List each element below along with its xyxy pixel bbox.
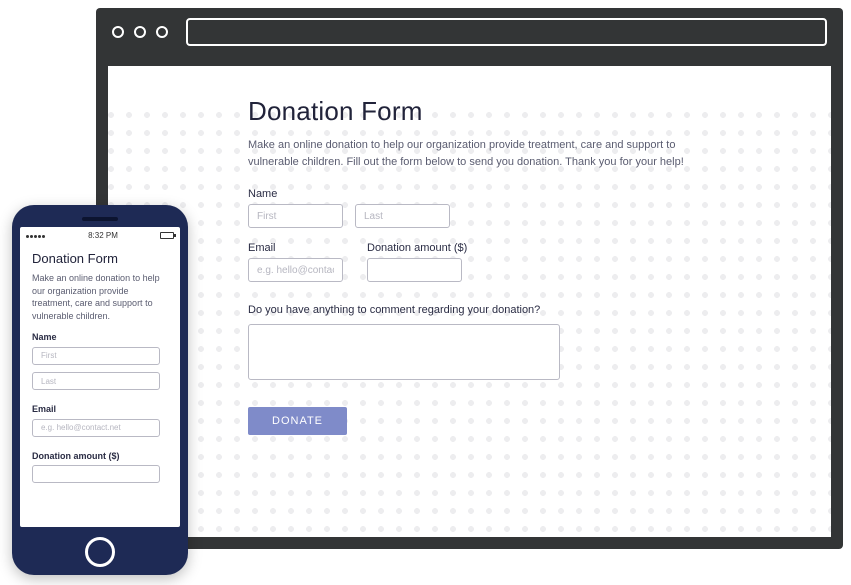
mobile-name-label: Name [32, 332, 168, 342]
mobile-email-label: Email [32, 404, 168, 414]
mobile-email-input[interactable] [32, 419, 160, 437]
phone-home-button[interactable] [85, 537, 115, 567]
browser-window: Donation Form Make an online donation to… [96, 8, 843, 549]
phone-screen: 8:32 PM Donation Form Make an online don… [20, 227, 180, 527]
battery-icon [160, 232, 174, 239]
page-content: Donation Form Make an online donation to… [108, 66, 831, 537]
mobile-last-name-input[interactable] [32, 372, 160, 390]
email-input[interactable] [248, 258, 343, 282]
page-title: Donation Form [248, 96, 691, 127]
last-name-input[interactable] [355, 204, 450, 228]
window-dot-icon [134, 26, 146, 38]
window-dot-icon [112, 26, 124, 38]
mobile-donation-amount-input[interactable] [32, 465, 160, 483]
amount-label: Donation amount ($) [367, 242, 467, 254]
browser-titlebar [96, 8, 843, 56]
mobile-first-name-input[interactable] [32, 347, 160, 365]
phone-speaker-icon [82, 217, 118, 221]
signal-dots-icon [26, 231, 46, 240]
donate-button[interactable]: DONATE [248, 407, 347, 435]
mobile-page-description: Make an online donation to help our orga… [32, 272, 168, 322]
comment-label: Do you have anything to comment regardin… [248, 304, 540, 316]
mobile-amount-label: Donation amount ($) [32, 451, 168, 461]
first-name-input[interactable] [248, 204, 343, 228]
donation-amount-input[interactable] [367, 258, 462, 282]
phone-statusbar: 8:32 PM [20, 227, 180, 243]
phone-mockup: 8:32 PM Donation Form Make an online don… [12, 205, 188, 575]
address-bar[interactable] [186, 18, 827, 46]
comment-textarea[interactable] [248, 324, 560, 380]
email-label: Email [248, 242, 343, 254]
page-description: Make an online donation to help our orga… [248, 137, 691, 170]
status-time: 8:32 PM [88, 231, 118, 240]
mobile-page-title: Donation Form [32, 251, 168, 266]
window-dot-icon [156, 26, 168, 38]
name-label: Name [248, 188, 691, 200]
